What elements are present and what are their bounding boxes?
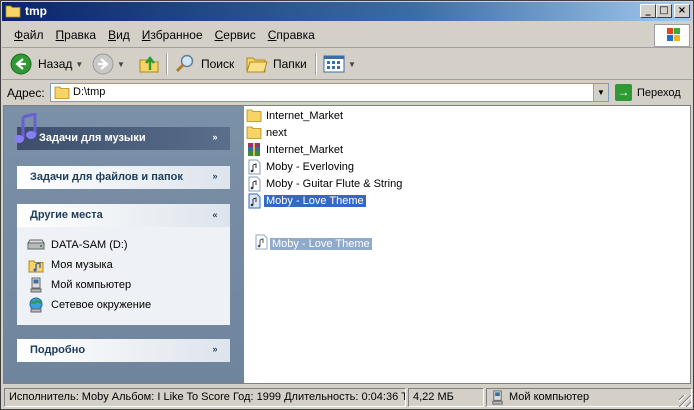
- music-note-icon: [14, 113, 37, 143]
- file-item[interactable]: Internet_Market: [246, 107, 404, 124]
- drag-ghost: Moby - Love Theme: [255, 234, 372, 253]
- folders-label: Папки: [273, 57, 307, 71]
- menu-tools[interactable]: Сервис: [209, 28, 262, 42]
- status-info: Исполнитель: Moby Альбом: I Like To Scor…: [4, 388, 406, 407]
- go-label: Переход: [637, 86, 681, 99]
- place-link-my-computer[interactable]: Мой компьютер: [27, 275, 230, 295]
- archive-icon: [246, 142, 262, 158]
- audio-file-icon: [246, 176, 262, 192]
- details-panel: Подробно »: [17, 339, 230, 362]
- expand-chevron-icon[interactable]: »: [208, 170, 222, 184]
- address-dropdown-button[interactable]: ▼: [593, 84, 608, 101]
- my-music-icon: [27, 257, 45, 273]
- my-computer-icon: [27, 277, 45, 293]
- views-dropdown-icon[interactable]: ▼: [348, 60, 356, 69]
- address-value: D:\tmp: [73, 86, 106, 98]
- expand-chevron-icon[interactable]: »: [208, 343, 222, 357]
- file-item[interactable]: Internet_Market: [246, 141, 404, 158]
- file-tasks-header[interactable]: Задачи для файлов и папок »: [17, 166, 230, 189]
- explorer-window: tmp _ □ × Файл Правка Вид Избранное Серв…: [0, 0, 694, 410]
- folder-icon: [5, 5, 21, 18]
- status-size: 4,22 МБ: [408, 388, 484, 407]
- other-places-header[interactable]: Другие места »: [17, 204, 230, 227]
- place-link-network[interactable]: Сетевое окружение: [27, 295, 230, 315]
- folders-icon: [246, 57, 268, 73]
- audio-file-icon: [246, 159, 262, 175]
- resize-grip[interactable]: [679, 395, 691, 407]
- other-places-list: DATA-SAM (D:) Моя музыка Мой компьютер С…: [17, 227, 230, 325]
- menu-edit[interactable]: Правка: [50, 28, 103, 42]
- toolbar: Назад ▼ ▼ Поиск Папки ▼: [2, 49, 692, 80]
- go-arrow-icon: →: [615, 84, 632, 101]
- search-button[interactable]: Поиск: [174, 52, 234, 76]
- windows-logo-icon: [654, 24, 690, 47]
- close-button[interactable]: ×: [674, 4, 690, 18]
- file-list: Internet_Market next Internet_Market Mob…: [246, 107, 404, 209]
- other-places-panel: Другие места » DATA-SAM (D:) Моя музыка …: [17, 204, 230, 325]
- my-computer-icon: [492, 390, 503, 405]
- menu-view[interactable]: Вид: [102, 28, 136, 42]
- status-location: Мой компьютер: [486, 388, 692, 407]
- menu-file[interactable]: Файл: [8, 28, 50, 42]
- task-pane: Задачи для музыки » Задачи для файлов и …: [4, 106, 244, 383]
- window-title: tmp: [25, 4, 47, 18]
- other-places-title: Другие места: [30, 209, 103, 221]
- back-dropdown-icon[interactable]: ▼: [75, 60, 83, 69]
- file-tasks-title: Задачи для файлов и папок: [30, 171, 183, 183]
- maximize-button[interactable]: □: [656, 4, 672, 18]
- address-input[interactable]: D:\tmp ▼: [50, 83, 609, 102]
- status-bar: Исполнитель: Moby Альбом: I Like To Scor…: [2, 386, 692, 408]
- folder-icon: [246, 108, 262, 124]
- minimize-button[interactable]: _: [640, 4, 656, 18]
- search-label: Поиск: [201, 57, 235, 71]
- details-header[interactable]: Подробно »: [17, 339, 230, 362]
- status-location-label: Мой компьютер: [509, 391, 590, 403]
- up-folder-icon: [139, 56, 159, 73]
- content-area: Задачи для музыки » Задачи для файлов и …: [3, 105, 691, 384]
- back-label: Назад: [38, 57, 73, 71]
- go-button[interactable]: → Переход: [615, 83, 681, 102]
- file-item[interactable]: Moby - Guitar Flute & String: [246, 175, 404, 192]
- folder-icon: [54, 86, 70, 99]
- title-bar[interactable]: tmp _ □ ×: [2, 2, 692, 21]
- up-folder-button[interactable]: [138, 52, 160, 76]
- file-item[interactable]: next: [246, 124, 404, 141]
- back-arrow-icon: [10, 53, 32, 75]
- forward-button[interactable]: ▼: [92, 52, 125, 76]
- address-bar: Адрес: D:\tmp ▼ → Переход: [2, 81, 692, 104]
- forward-dropdown-icon[interactable]: ▼: [117, 60, 125, 69]
- music-tasks-panel: Задачи для музыки »: [14, 113, 230, 150]
- audio-file-icon: [255, 234, 268, 253]
- network-icon: [27, 297, 45, 313]
- drag-ghost-label: Moby - Love Theme: [270, 237, 372, 250]
- audio-file-icon: [246, 193, 262, 209]
- drive-icon: [27, 237, 45, 253]
- place-link-drive[interactable]: DATA-SAM (D:): [27, 235, 230, 255]
- music-tasks-header[interactable]: Задачи для музыки »: [14, 113, 230, 150]
- search-icon: [175, 54, 194, 73]
- menu-favorites[interactable]: Избранное: [136, 28, 209, 42]
- place-link-my-music[interactable]: Моя музыка: [27, 255, 230, 275]
- address-label: Адрес:: [7, 86, 45, 100]
- file-item[interactable]: Moby - Everloving: [246, 158, 404, 175]
- back-button[interactable]: Назад ▼: [10, 52, 83, 76]
- file-item-selected[interactable]: Moby - Love Theme: [246, 192, 404, 209]
- folders-button[interactable]: Папки: [245, 52, 307, 76]
- music-tasks-title: Задачи для музыки: [39, 132, 146, 144]
- toolbar-separator: [166, 53, 168, 75]
- views-icon: [323, 55, 345, 73]
- menu-help[interactable]: Справка: [262, 28, 321, 42]
- menu-bar: Файл Правка Вид Избранное Сервис Справка: [2, 23, 692, 48]
- collapse-chevron-icon[interactable]: »: [208, 208, 222, 222]
- details-title: Подробно: [30, 344, 86, 356]
- forward-arrow-icon: [92, 53, 114, 75]
- expand-chevron-icon[interactable]: »: [208, 131, 222, 145]
- views-button[interactable]: ▼: [323, 52, 356, 76]
- file-tasks-panel: Задачи для файлов и папок »: [17, 166, 230, 189]
- toolbar-separator: [315, 53, 317, 75]
- folder-icon: [246, 125, 262, 141]
